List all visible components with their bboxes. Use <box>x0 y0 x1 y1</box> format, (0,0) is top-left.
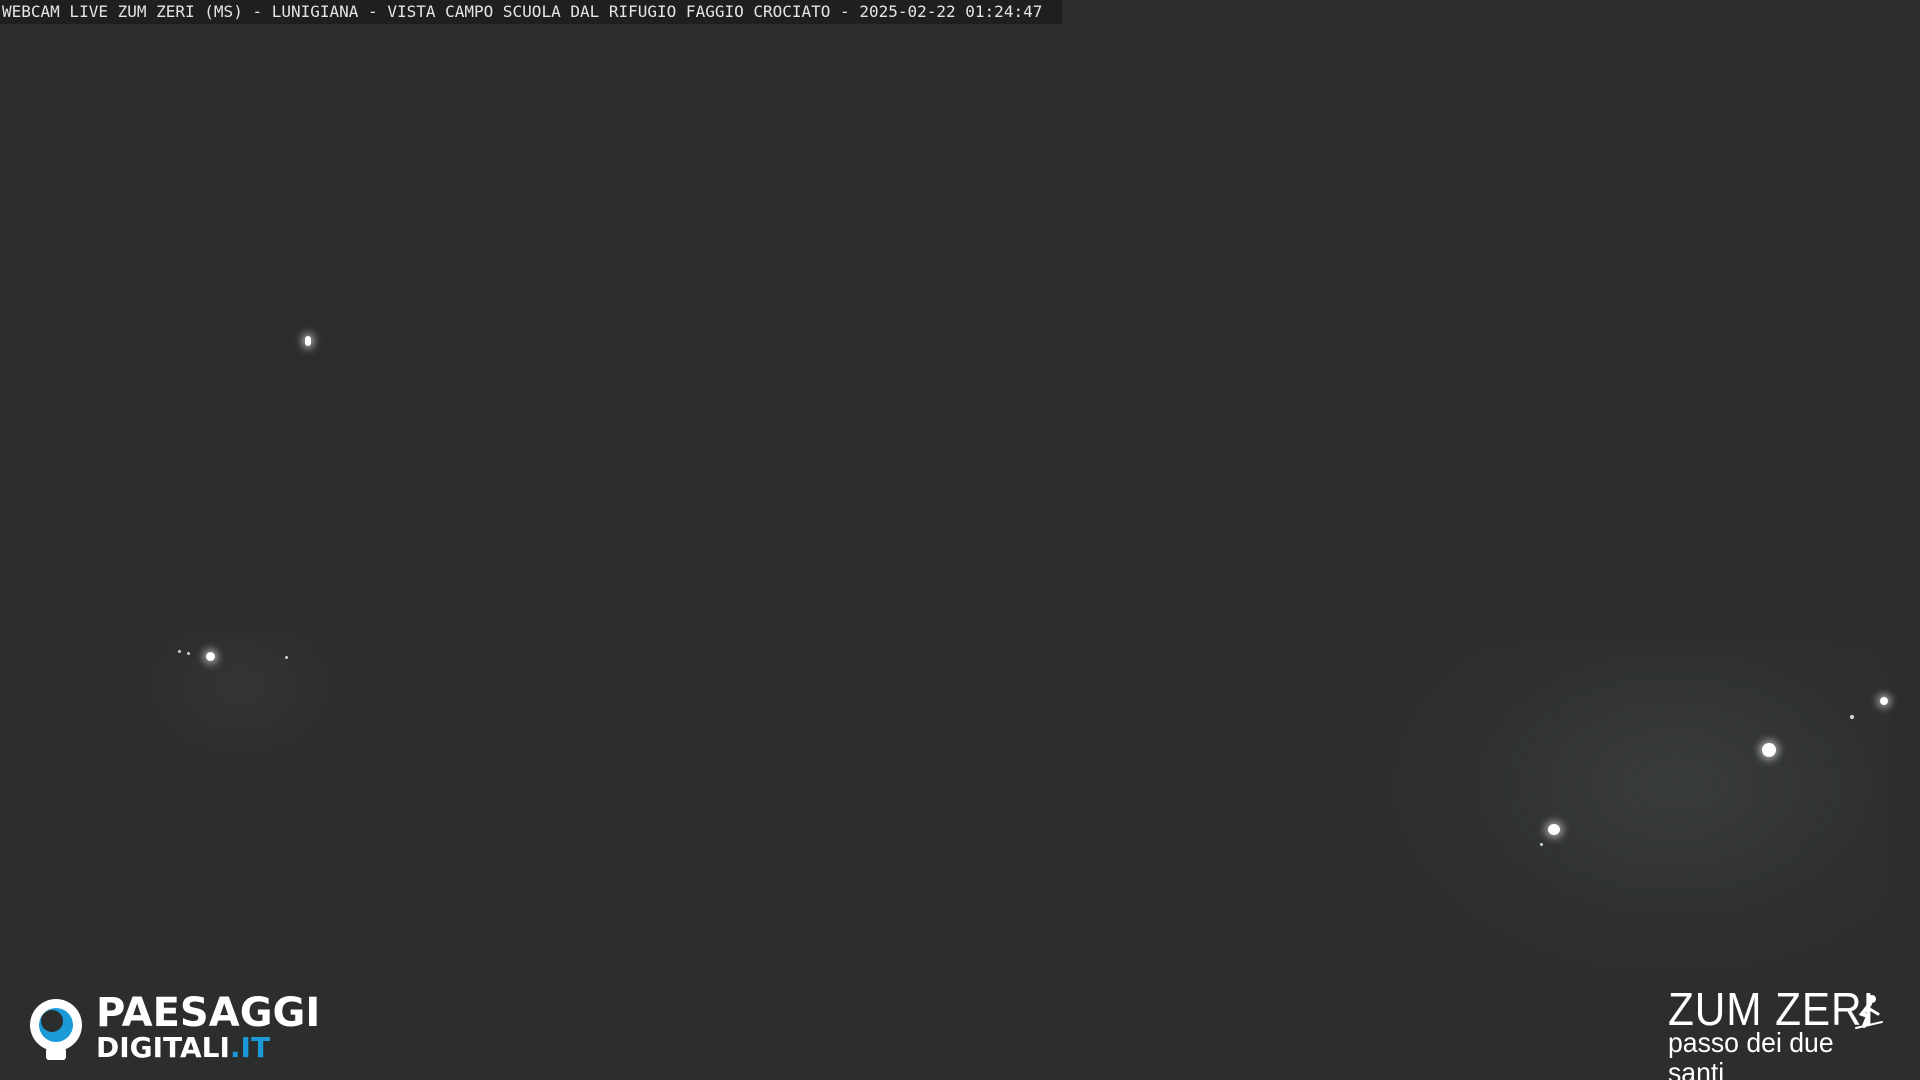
brand-name-bottom: DIGITALI.IT <box>96 1032 270 1064</box>
brand-tld: .IT <box>229 1031 271 1064</box>
distant-light <box>1880 697 1888 705</box>
distant-light <box>1548 824 1560 835</box>
eye-icon <box>30 999 82 1060</box>
zum-zeri-subtitle: passo dei due santi <box>1668 1027 1834 1080</box>
skier-icon <box>1855 995 1883 1029</box>
zum-zeri-logo: ZUM ZERI passo dei due santi <box>1666 984 1898 1080</box>
distant-light <box>305 336 311 346</box>
dark-hillside-left <box>130 630 350 770</box>
distant-light <box>178 650 181 653</box>
webcam-caption: WEBCAM LIVE ZUM ZERI (MS) - LUNIGIANA - … <box>0 0 1063 24</box>
brand-name-main: DIGITALI <box>96 1031 230 1064</box>
webcam-frame: WEBCAM LIVE ZUM ZERI (MS) - LUNIGIANA - … <box>0 0 1920 1080</box>
paesaggi-digitali-logo: PAESAGGI DIGITALI.IT <box>28 990 348 1066</box>
distant-light <box>206 652 215 661</box>
distant-light <box>1850 715 1854 719</box>
distant-light <box>285 656 288 659</box>
distant-light <box>1762 743 1776 757</box>
distant-light <box>187 652 190 655</box>
distant-light <box>1540 843 1543 846</box>
dark-hillside <box>1350 640 1890 1000</box>
brand-name-top: PAESAGGI <box>96 990 321 1036</box>
